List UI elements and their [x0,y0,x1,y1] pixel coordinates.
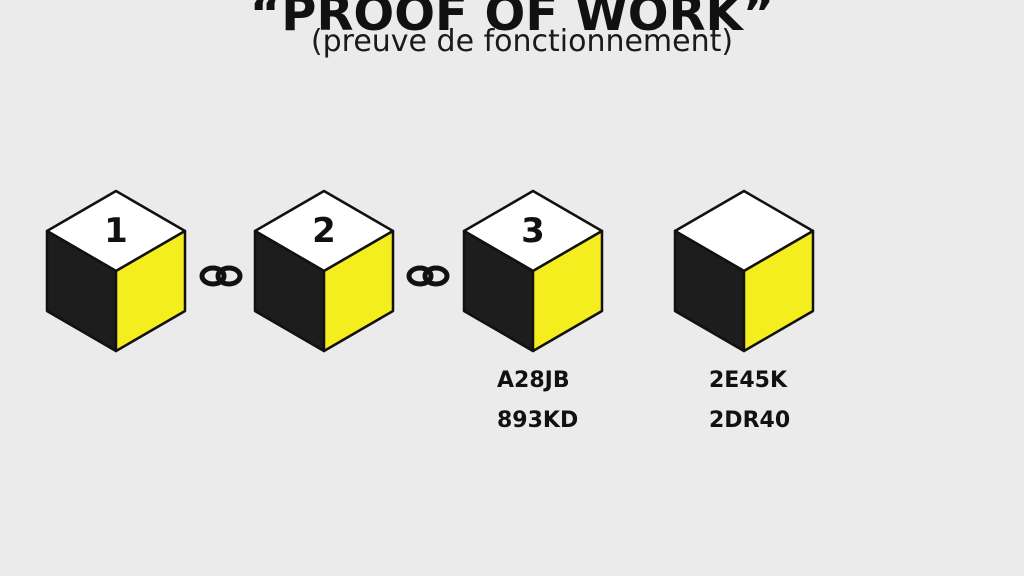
block-4-hash-line-1: 2E45K [709,368,788,393]
block-4-hash-line-2: 2DR40 [709,408,790,433]
blockchain-diagram: 1 2 3 A28JB 893KD 2E45K 2DR40 [45,189,815,433]
block-3-hash-line-1: A28JB [497,368,570,393]
slide: “PROOF OF WORK” (preuve de fonctionnemen… [0,0,1024,576]
block-1-number: 1 [104,211,128,251]
block-3-hash-line-2: 893KD [497,408,578,433]
block-3-cube: 3 [462,189,604,353]
block-4-cube [673,189,815,353]
chain-link-icon [406,265,450,287]
block-3-hash: A28JB 893KD [497,368,578,433]
block-2-cube: 2 [253,189,395,353]
block-2-number: 2 [312,211,336,251]
block-1-cube: 1 [45,189,187,353]
block-4-hash: 2E45K 2DR40 [709,368,790,433]
block-3-number: 3 [521,211,545,251]
chain-link-icon [199,265,243,287]
